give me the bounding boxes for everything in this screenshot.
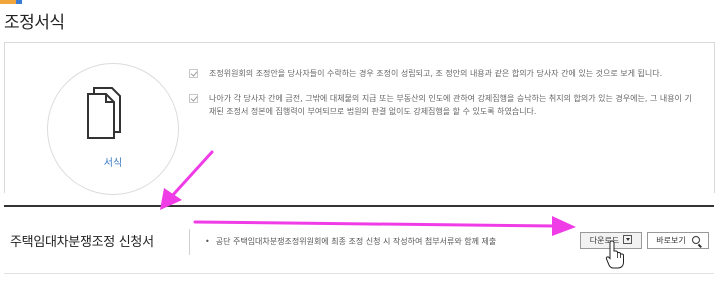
- info-panel: 서식 조정위원회의 조정안을 당사자들이 수락하는 경우 조정이 성립되고, 조…: [4, 42, 715, 195]
- section-divider: [4, 205, 714, 207]
- download-icon: [623, 235, 633, 244]
- title-accent-bar: [0, 0, 16, 4]
- info-bullet: 조정위원회의 조정안을 당사자들이 수락하는 경우 조정이 성립되고, 조 정안…: [189, 67, 699, 80]
- bullet-text: 조정위원회의 조정안을 당사자들이 수락하는 경우 조정이 성립되고, 조 정안…: [209, 69, 663, 78]
- annotation-arrow-horizontal: [193, 216, 576, 236]
- form-description: • 공단 주택임대차분쟁조정위원회에 최종 조정 신청 시 작성하여 첨부서류와 …: [205, 236, 496, 247]
- download-button[interactable]: 다운로드: [580, 232, 642, 249]
- bullet-dot: •: [205, 237, 210, 246]
- bottom-divider: [4, 273, 714, 274]
- form-description-text: 공단 주택임대차분쟁조정위원회에 최종 조정 신청 시 작성하여 첨부서류와 함…: [215, 237, 497, 246]
- row-separator: [189, 229, 190, 255]
- check-icon: [189, 94, 198, 103]
- view-button-label: 바로보기: [656, 236, 686, 245]
- search-icon: [691, 236, 700, 244]
- document-icon: [87, 87, 121, 139]
- view-button[interactable]: 바로보기: [647, 232, 709, 249]
- check-icon: [189, 69, 198, 78]
- bullet-text: 나아가 각 당사자 간에 금전, 그밖에 대체물의 지급 또는 부동산의 인도에…: [209, 94, 692, 116]
- download-button-label: 다운로드: [589, 236, 620, 245]
- info-bullet-list: 조정위원회의 조정안을 당사자들이 수락하는 경우 조정이 성립되고, 조 정안…: [189, 67, 699, 130]
- form-icon-circle: 서식: [47, 63, 179, 195]
- icon-label: 서식: [103, 158, 123, 169]
- page-title: 조정서식: [4, 13, 65, 33]
- form-title: 주택임대차분쟁조정 신청서: [10, 235, 154, 250]
- info-bullet: 나아가 각 당사자 간에 금전, 그밖에 대체물의 지급 또는 부동산의 인도에…: [189, 92, 699, 118]
- title-accent-bar-2: [16, 0, 22, 4]
